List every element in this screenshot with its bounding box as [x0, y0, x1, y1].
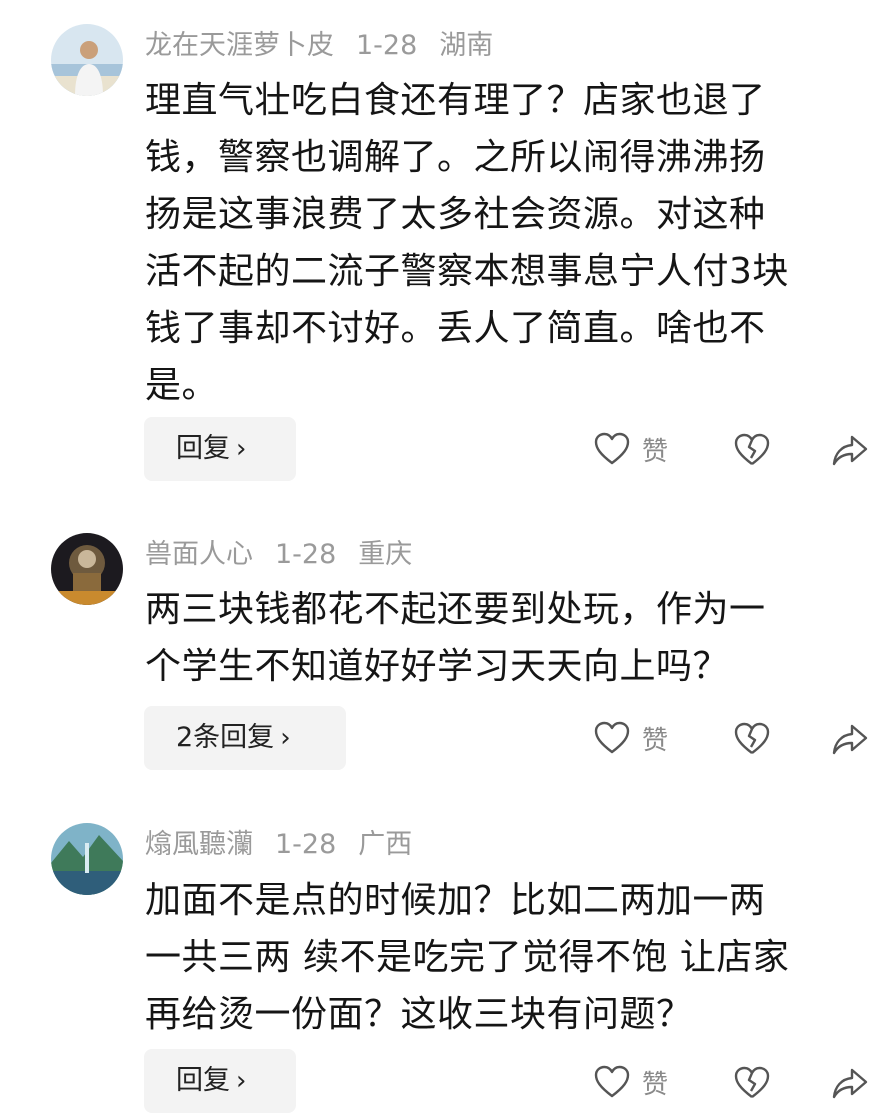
comment-line: 两三块钱都花不起还要到处玩，作为一 [145, 589, 766, 630]
share-button[interactable] [832, 720, 868, 760]
broken-heart-icon [734, 722, 770, 756]
like-label: 赞 [642, 1069, 669, 1100]
like-label: 赞 [642, 436, 669, 467]
chevron-right-icon: › [236, 434, 247, 464]
comment-item: 熻風聽灡 1-28 广西 加面不是点的时候加？比如二两加一两 一共三两 续不是吃完了… [0, 800, 894, 1113]
avatar[interactable] [51, 823, 123, 895]
comment-text: 理直气壮吃白食还有理了？店家也退了 钱，警察也调解了。之所以闹得沸沸扬 扬是这事… [145, 72, 875, 414]
like-button[interactable]: 赞 [594, 429, 668, 469]
comment-line: 是。 [145, 365, 219, 406]
comment-date: 1-28 [275, 539, 337, 570]
comment-location: 重庆 [358, 539, 413, 570]
avatar[interactable] [51, 24, 123, 96]
comment-line: 钱，警察也调解了。之所以闹得沸沸扬 [145, 137, 766, 178]
dislike-button[interactable] [734, 1063, 770, 1103]
comment-line: 理直气壮吃白食还有理了？店家也退了 [145, 80, 766, 121]
heart-outline-icon [594, 432, 630, 466]
comment-text: 两三块钱都花不起还要到处玩，作为一 个学生不知道好好学习天天向上吗？ [145, 581, 875, 695]
comment-line: 一共三两 续不是吃完了觉得不饱 让店家 [145, 937, 790, 978]
heart-outline-icon [594, 1065, 630, 1099]
reply-button[interactable]: 回复 › [144, 417, 296, 481]
like-label: 赞 [642, 725, 669, 756]
comment-item: 龙在天涯萝卜皮 1-28 湖南 理直气壮吃白食还有理了？店家也退了 钱，警察也调解了… [0, 0, 894, 510]
share-button[interactable] [832, 431, 868, 471]
comment-meta: 龙在天涯萝卜皮 1-28 湖南 [145, 26, 515, 66]
share-arrow-icon [832, 723, 868, 757]
share-arrow-icon [832, 434, 868, 468]
like-button[interactable]: 赞 [594, 718, 668, 758]
chevron-right-icon: › [280, 723, 291, 753]
comment-meta: 兽面人心 1-28 重庆 [145, 535, 434, 575]
comment-meta: 熻風聽灡 1-28 广西 [145, 825, 434, 865]
avatar[interactable] [51, 533, 123, 605]
share-button[interactable] [832, 1064, 868, 1104]
comment-text: 加面不是点的时候加？比如二两加一两 一共三两 续不是吃完了觉得不饱 让店家 再给… [145, 872, 875, 1043]
reply-button[interactable]: 回复 › [144, 1049, 296, 1113]
comment-date: 1-28 [275, 829, 337, 860]
comment-line: 扬是这事浪费了太多社会资源。对这种 [145, 194, 766, 235]
broken-heart-icon [734, 433, 770, 467]
reply-label: 回复 [176, 433, 230, 464]
like-button[interactable]: 赞 [594, 1062, 668, 1102]
heart-outline-icon [594, 721, 630, 755]
share-arrow-icon [832, 1067, 868, 1101]
reply-button[interactable]: 2条回复 › [144, 706, 346, 770]
author-name[interactable]: 龙在天涯萝卜皮 [145, 30, 334, 61]
broken-heart-icon [734, 1066, 770, 1100]
comment-location: 湖南 [439, 30, 494, 61]
comment-item: 兽面人心 1-28 重庆 两三块钱都花不起还要到处玩，作为一 个学生不知道好好学习天… [0, 510, 894, 800]
dislike-button[interactable] [734, 430, 770, 470]
comment-line: 加面不是点的时候加？比如二两加一两 [145, 880, 766, 921]
author-name[interactable]: 熻風聽灡 [145, 829, 253, 860]
comment-date: 1-28 [356, 30, 418, 61]
author-name[interactable]: 兽面人心 [145, 539, 253, 570]
chevron-right-icon: › [236, 1066, 247, 1096]
reply-label: 回复 [176, 1065, 230, 1096]
comment-location: 广西 [358, 829, 413, 860]
dislike-button[interactable] [734, 719, 770, 759]
comment-line: 活不起的二流子警察本想事息宁人付3块 [145, 251, 789, 292]
reply-label: 2条回复 [176, 722, 275, 753]
comment-line: 再给烫一份面？这收三块有问题？ [145, 994, 693, 1035]
comment-line: 钱了事却不讨好。丢人了简直。啥也不 [145, 308, 766, 349]
comment-line: 个学生不知道好好学习天天向上吗？ [145, 646, 730, 687]
